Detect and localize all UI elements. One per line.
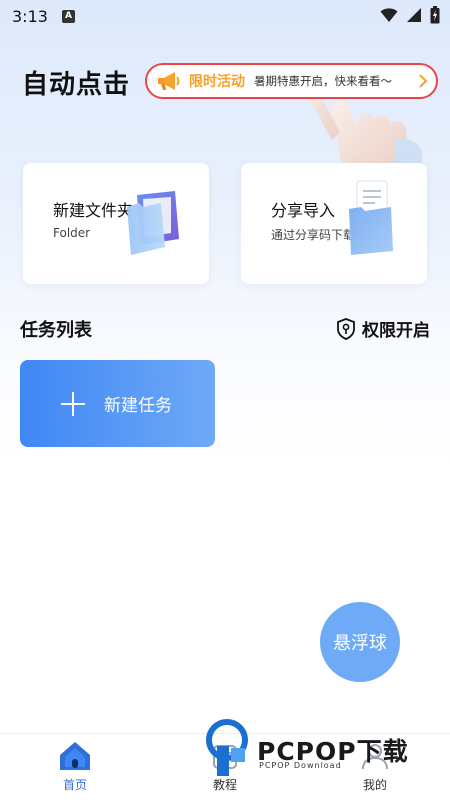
tab-home[interactable]: 首页	[0, 734, 150, 800]
tab-home-label: 首页	[62, 778, 87, 792]
page-title: 自动点击	[22, 70, 131, 100]
home-icon	[60, 742, 90, 770]
promo-banner[interactable]: 限时活动 暑期特惠开启，快来看看～	[145, 63, 438, 99]
pcpop-logo-icon	[206, 719, 248, 776]
new-folder-card[interactable]: 新建文件夹 Folder	[23, 163, 209, 284]
plus-icon	[61, 391, 85, 416]
status-bar: 3:13 A	[0, 0, 450, 32]
permission-label: 权限开启	[362, 321, 430, 341]
chevron-right-icon	[419, 74, 428, 88]
folder-icon	[127, 191, 179, 255]
new-folder-subtitle: Folder	[53, 226, 91, 240]
watermark: PCPOP下载 PCPOP Download	[205, 718, 445, 788]
new-task-label: 新建任务	[104, 396, 172, 416]
promo-text: 暑期特惠开启，快来看看～	[254, 74, 392, 88]
battery-icon	[430, 6, 440, 24]
megaphone-icon	[158, 72, 180, 90]
shield-key-icon	[337, 317, 355, 340]
new-folder-title: 新建文件夹	[53, 201, 134, 220]
status-icons	[380, 6, 440, 24]
cellular-signal-icon	[407, 8, 421, 22]
share-import-card[interactable]: 分享导入 通过分享码下载	[241, 163, 427, 284]
notification-letter-icon: A	[61, 9, 75, 23]
share-import-subtitle: 通过分享码下载	[271, 228, 356, 242]
status-time: 3:13	[12, 6, 48, 26]
new-task-button[interactable]: 新建任务	[20, 360, 215, 447]
task-list-title: 任务列表	[20, 320, 92, 341]
floating-ball-button[interactable]: 悬浮球	[320, 602, 400, 682]
promo-tag: 限时活动	[189, 74, 245, 90]
document-folder-icon	[349, 180, 393, 255]
share-import-title: 分享导入	[271, 201, 336, 220]
permission-button[interactable]: 权限开启	[336, 316, 430, 341]
watermark-subtitle: PCPOP Download	[259, 761, 342, 770]
wifi-icon	[380, 8, 398, 22]
floating-ball-label: 悬浮球	[333, 633, 387, 654]
